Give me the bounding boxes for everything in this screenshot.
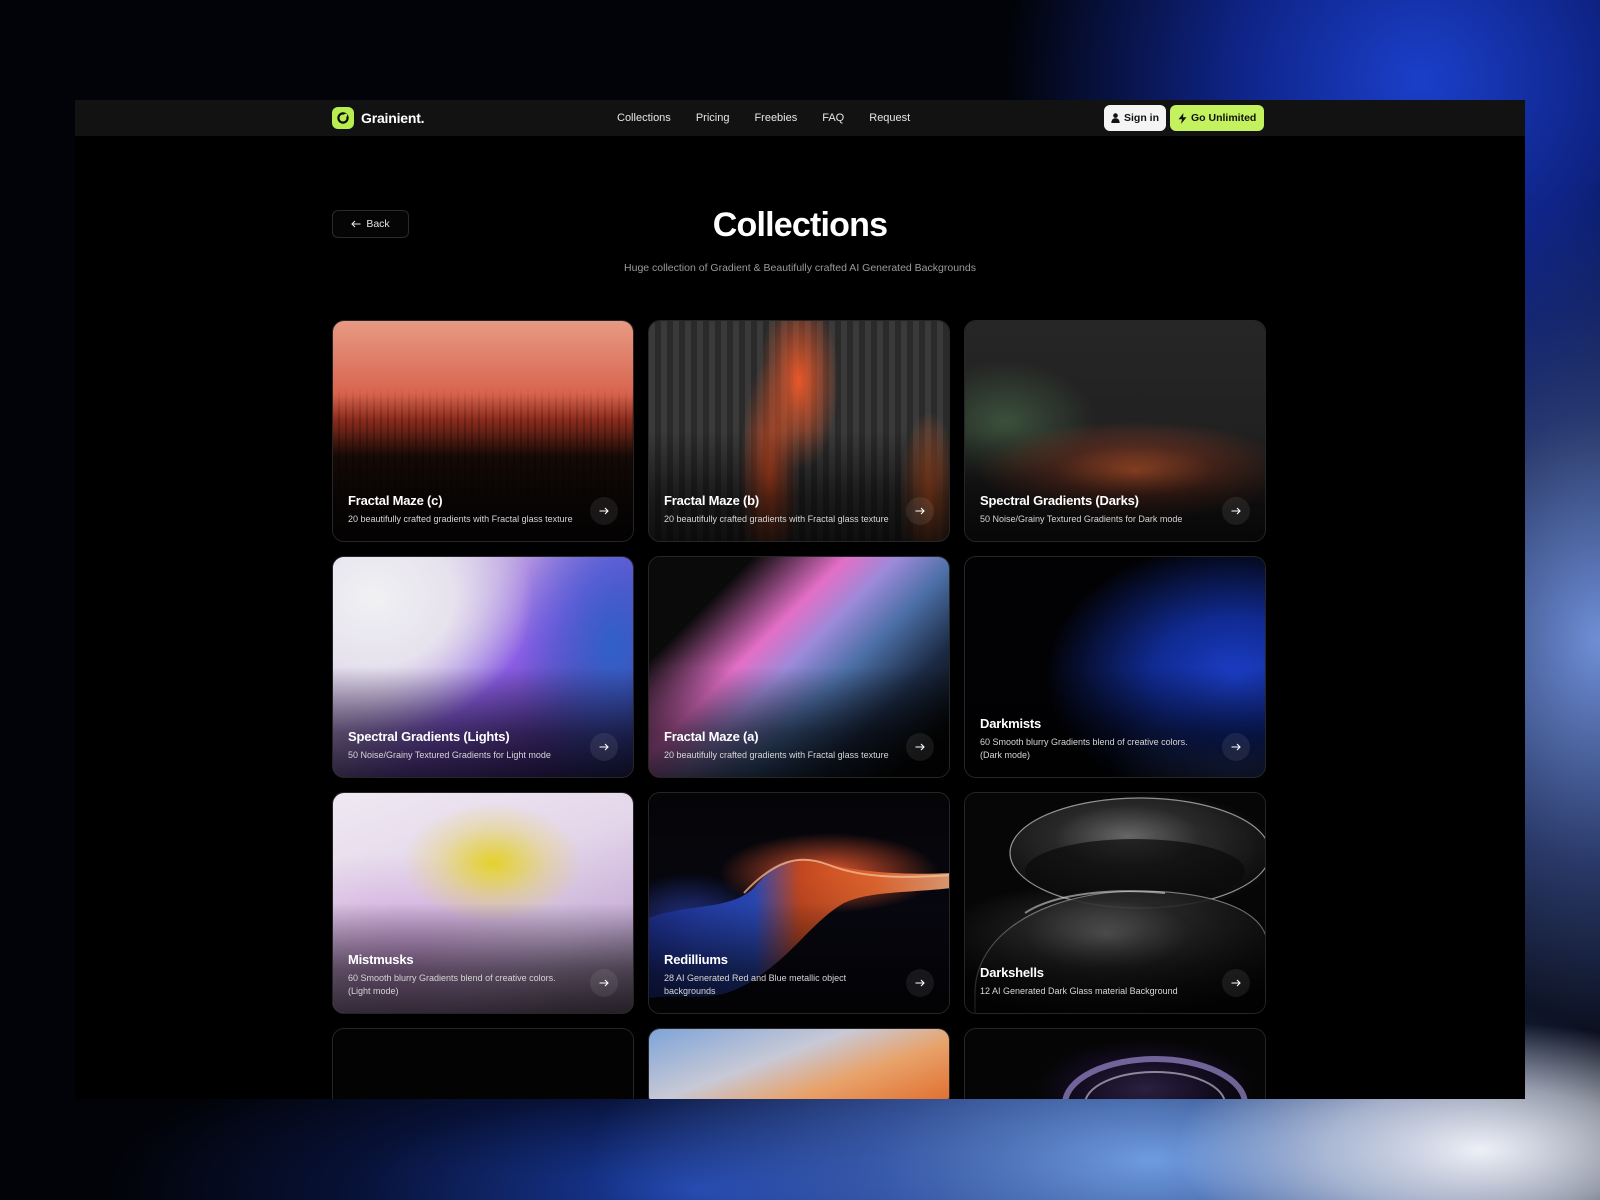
arrow-right-icon[interactable] — [590, 733, 618, 761]
sign-in-label: Sign in — [1124, 112, 1159, 124]
sign-in-button[interactable]: Sign in — [1104, 105, 1166, 131]
arrow-right-icon[interactable] — [1222, 969, 1250, 997]
brand-name: Grainient. — [361, 110, 425, 126]
nav-link-pricing[interactable]: Pricing — [696, 112, 730, 124]
arrow-right-icon[interactable] — [590, 969, 618, 997]
arrow-right-icon[interactable] — [906, 969, 934, 997]
collection-card-partial[interactable] — [332, 1028, 634, 1099]
card-description: 20 beautifully crafted gradients with Fr… — [348, 514, 573, 524]
collection-card-fractal-maze-b[interactable]: Fractal Maze (b) 20 beautifully crafted … — [648, 320, 950, 542]
card-text: Fractal Maze (a) 20 beautifully crafted … — [664, 729, 889, 762]
nav-actions: Sign in Go Unlimited — [1104, 105, 1265, 131]
go-unlimited-label: Go Unlimited — [1191, 112, 1257, 124]
card-text: Spectral Gradients (Darks) 50 Noise/Grai… — [980, 493, 1205, 526]
card-title: Mistmusks — [348, 952, 414, 967]
go-unlimited-button[interactable]: Go Unlimited — [1170, 105, 1265, 131]
card-description: 12 AI Generated Dark Glass material Back… — [980, 986, 1178, 996]
card-text: Darkshells 12 AI Generated Dark Glass ma… — [980, 965, 1205, 998]
collection-card-redilliums[interactable]: Redilliums 28 AI Generated Red and Blue … — [648, 792, 950, 1014]
collection-card-darkshells[interactable]: Darkshells 12 AI Generated Dark Glass ma… — [964, 792, 1266, 1014]
card-thumbnail — [333, 1029, 633, 1099]
card-title: Spectral Gradients (Lights) — [348, 729, 510, 744]
browser-window: Grainient. Collections Pricing Freebies … — [75, 100, 1525, 1099]
card-description: 20 beautifully crafted gradients with Fr… — [664, 750, 889, 760]
bolt-icon — [1178, 112, 1187, 124]
nav-link-request[interactable]: Request — [869, 112, 910, 124]
card-text: Fractal Maze (b) 20 beautifully crafted … — [664, 493, 889, 526]
card-title: Fractal Maze (a) — [664, 729, 759, 744]
arrow-right-icon[interactable] — [1222, 733, 1250, 761]
nav-link-collections[interactable]: Collections — [617, 112, 671, 124]
card-description: 28 AI Generated Red and Blue metallic ob… — [664, 973, 847, 996]
top-navbar: Grainient. Collections Pricing Freebies … — [75, 100, 1525, 136]
collection-card-fractal-maze-c[interactable]: Fractal Maze (c) 20 beautifully crafted … — [332, 320, 634, 542]
card-title: Darkmists — [980, 716, 1042, 731]
card-thumbnail — [649, 1029, 949, 1099]
nav-links: Collections Pricing Freebies FAQ Request — [617, 100, 910, 136]
page-title: Collections — [712, 206, 888, 244]
card-title: Fractal Maze (b) — [664, 493, 760, 508]
collection-card-partial[interactable] — [964, 1028, 1266, 1099]
collection-card-partial[interactable] — [648, 1028, 950, 1099]
card-description: 60 Smooth blurry Gradients blend of crea… — [980, 737, 1188, 760]
card-text: Darkmists 60 Smooth blurry Gradients ble… — [980, 716, 1205, 762]
card-description: 20 beautifully crafted gradients with Fr… — [664, 514, 889, 524]
arrow-right-icon[interactable] — [1222, 497, 1250, 525]
card-title: Spectral Gradients (Darks) — [980, 493, 1139, 508]
card-title: Darkshells — [980, 965, 1044, 980]
card-text: Fractal Maze (c) 20 beautifully crafted … — [348, 493, 573, 526]
card-description: 50 Noise/Grainy Textured Gradients for L… — [348, 750, 551, 760]
collection-card-fractal-maze-a[interactable]: Fractal Maze (a) 20 beautifully crafted … — [648, 556, 950, 778]
card-thumbnail-shape — [1062, 1056, 1248, 1099]
card-text: Redilliums 28 AI Generated Red and Blue … — [664, 952, 889, 998]
arrow-right-icon[interactable] — [906, 497, 934, 525]
nav-link-faq[interactable]: FAQ — [822, 112, 844, 124]
collection-card-spectral-gradients-darks[interactable]: Spectral Gradients (Darks) 50 Noise/Grai… — [964, 320, 1266, 542]
card-text: Spectral Gradients (Lights) 50 Noise/Gra… — [348, 729, 573, 762]
collection-card-darkmists[interactable]: Darkmists 60 Smooth blurry Gradients ble… — [964, 556, 1266, 778]
arrow-right-icon[interactable] — [906, 733, 934, 761]
grainient-logo-icon — [332, 107, 354, 129]
arrow-right-icon[interactable] — [590, 497, 618, 525]
card-thumbnail — [965, 1029, 1265, 1099]
collection-card-mistmusks[interactable]: Mistmusks 60 Smooth blurry Gradients ble… — [332, 792, 634, 1014]
page-subtitle: Huge collection of Gradient & Beautifull… — [624, 262, 976, 274]
card-title: Fractal Maze (c) — [348, 493, 443, 508]
card-description: 50 Noise/Grainy Textured Gradients for D… — [980, 514, 1183, 524]
collection-card-spectral-gradients-lights[interactable]: Spectral Gradients (Lights) 50 Noise/Gra… — [332, 556, 634, 778]
card-text: Mistmusks 60 Smooth blurry Gradients ble… — [348, 952, 573, 998]
card-title: Redilliums — [664, 952, 728, 967]
card-description: 60 Smooth blurry Gradients blend of crea… — [348, 973, 556, 996]
nav-link-freebies[interactable]: Freebies — [754, 112, 797, 124]
user-icon — [1111, 113, 1120, 123]
brand[interactable]: Grainient. — [332, 107, 425, 129]
collections-grid: Fractal Maze (c) 20 beautifully crafted … — [332, 320, 1266, 1099]
